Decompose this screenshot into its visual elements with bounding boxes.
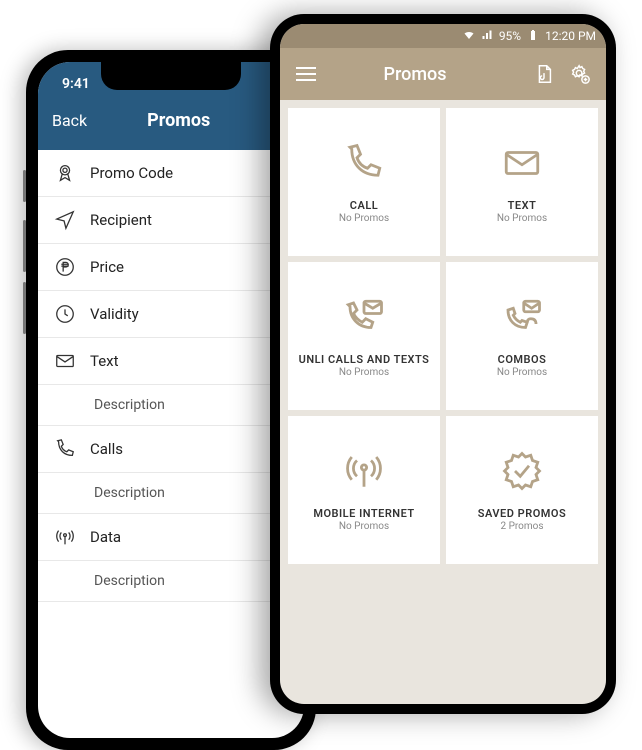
combo-icon xyxy=(500,295,544,339)
row-price[interactable]: Price xyxy=(38,244,304,291)
tile-title: MOBILE INTERNET xyxy=(313,507,414,520)
back-button[interactable]: Back xyxy=(52,111,87,130)
phone-icon xyxy=(54,438,76,460)
wifi-icon xyxy=(463,29,475,44)
android-page-title: Promos xyxy=(310,64,520,85)
tile-title: TEXT xyxy=(508,199,537,212)
tile-mobile-internet[interactable]: MOBILE INTERNET No Promos xyxy=(288,416,440,564)
tile-subtitle: No Promos xyxy=(497,213,547,224)
row-calls[interactable]: Calls xyxy=(38,426,304,473)
tile-title: COMBOS xyxy=(498,353,547,366)
row-label: Recipient xyxy=(90,211,152,229)
tile-subtitle: No Promos xyxy=(497,367,547,378)
android-header: Promos xyxy=(280,48,606,100)
phone-envelope-icon xyxy=(342,295,386,339)
tile-subtitle: No Promos xyxy=(339,213,389,224)
row-label: Description xyxy=(94,485,165,501)
row-label: Data xyxy=(90,528,121,546)
row-validity[interactable]: Validity xyxy=(38,291,304,338)
row-recipient[interactable]: Recipient xyxy=(38,197,304,244)
row-promo-code[interactable]: Promo Code xyxy=(38,150,304,197)
peso-icon xyxy=(54,256,76,278)
badge-check-icon xyxy=(500,449,544,493)
envelope-icon xyxy=(54,350,76,372)
battery-percent: 95% xyxy=(499,29,521,43)
clock-icon xyxy=(54,303,76,325)
settings-add-icon[interactable] xyxy=(568,62,592,86)
iphone-notch xyxy=(101,62,241,90)
row-text[interactable]: Text xyxy=(38,338,304,385)
tile-combos[interactable]: COMBOS No Promos xyxy=(446,262,598,410)
row-label: Description xyxy=(94,397,165,413)
tile-subtitle: No Promos xyxy=(339,521,389,532)
tile-saved-promos[interactable]: SAVED PROMOS 2 Promos xyxy=(446,416,598,564)
promo-grid: CALL No Promos TEXT No Promos UNLI CALLS… xyxy=(280,100,606,572)
row-label: Text xyxy=(90,352,119,370)
row-label: Price xyxy=(90,258,124,276)
battery-icon xyxy=(527,29,539,44)
tile-call[interactable]: CALL No Promos xyxy=(288,108,440,256)
envelope-icon xyxy=(500,141,544,185)
status-time: 12:20 PM xyxy=(545,29,596,43)
signal-icon xyxy=(481,29,493,44)
iphone-screen: 9:41 Back Promos Promo Code Recipient xyxy=(38,62,304,738)
tile-text[interactable]: TEXT No Promos xyxy=(446,108,598,256)
ios-page-title: Promos xyxy=(147,110,210,131)
android-screen: 95% 12:20 PM Promos CALL No Promos xyxy=(280,24,606,704)
row-text-description[interactable]: Description xyxy=(38,385,304,426)
android-device: 95% 12:20 PM Promos CALL No Promos xyxy=(270,14,616,714)
row-data-description[interactable]: Description xyxy=(38,561,304,602)
row-label: Description xyxy=(94,573,165,589)
ios-list: Promo Code Recipient Price Validity xyxy=(38,150,304,602)
row-label: Calls xyxy=(90,440,123,458)
antenna-icon xyxy=(54,526,76,548)
tile-subtitle: 2 Promos xyxy=(500,521,543,532)
paper-plane-icon xyxy=(54,209,76,231)
row-data[interactable]: Data xyxy=(38,514,304,561)
antenna-icon xyxy=(342,449,386,493)
tile-unli[interactable]: UNLI CALLS AND TEXTS No Promos xyxy=(288,262,440,410)
tile-title: SAVED PROMOS xyxy=(478,507,566,520)
row-calls-description[interactable]: Description xyxy=(38,473,304,514)
document-music-icon[interactable] xyxy=(532,62,556,86)
tile-title: UNLI CALLS AND TEXTS xyxy=(299,353,430,366)
ribbon-icon xyxy=(54,162,76,184)
tile-title: CALL xyxy=(350,199,378,212)
phone-icon xyxy=(342,141,386,185)
row-label: Promo Code xyxy=(90,164,173,182)
android-status-bar: 95% 12:20 PM xyxy=(280,24,606,48)
row-label: Validity xyxy=(90,305,139,323)
tile-subtitle: No Promos xyxy=(339,367,389,378)
